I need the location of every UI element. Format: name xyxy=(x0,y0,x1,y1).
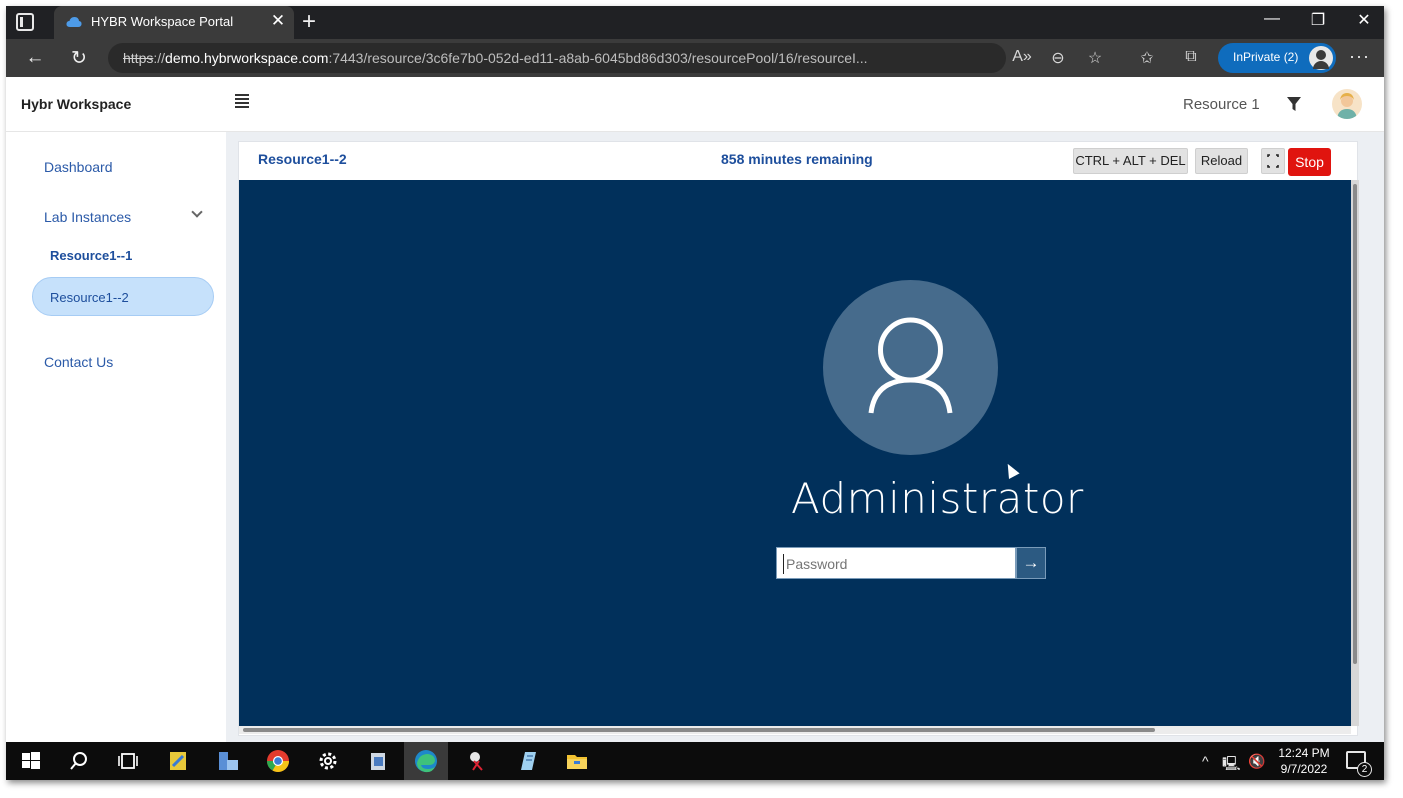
tab-close-icon[interactable]: ✕ xyxy=(268,11,288,31)
url-path: :7443/resource/3c6fe7b0-052d-ed11-a8ab-6… xyxy=(328,50,868,66)
profile-avatar-icon xyxy=(1309,46,1333,70)
settings-gear-icon[interactable] xyxy=(315,748,341,774)
user-avatar[interactable] xyxy=(1332,89,1362,119)
tab-strip: HYBR Workspace Portal ✕ + — ❐ ✕ xyxy=(6,6,1384,39)
sidebar-item-contact-us[interactable]: Contact Us xyxy=(44,354,113,370)
favorites-icon[interactable]: ✩ xyxy=(1136,48,1158,68)
zoom-icon[interactable]: ⊖ xyxy=(1047,48,1069,68)
restore-icon[interactable]: ❐ xyxy=(1298,10,1338,30)
close-window-icon[interactable]: ✕ xyxy=(1344,10,1384,30)
hamburger-menu-icon[interactable] xyxy=(235,94,249,108)
resource-title: Resource1--2 xyxy=(258,151,347,167)
browser-window: HYBR Workspace Portal ✕ + — ❐ ✕ ← ↻ http… xyxy=(6,6,1384,780)
add-favorite-icon[interactable]: ☆ xyxy=(1084,48,1106,68)
file-explorer-icon[interactable] xyxy=(564,748,590,774)
url-field[interactable]: https://demo.hybrworkspace.com:7443/reso… xyxy=(108,43,1006,73)
tray-chevron-up-icon[interactable]: ^ xyxy=(1202,753,1209,769)
horizontal-scrollbar[interactable] xyxy=(239,726,1351,734)
sidebar: Dashboard Lab Instances Resource1--1 Res… xyxy=(6,132,226,742)
chevron-down-icon[interactable] xyxy=(191,206,203,218)
url-text: https://demo.hybrworkspace.com:7443/reso… xyxy=(123,50,868,66)
user-profile-icon xyxy=(823,280,998,455)
time-remaining: 858 minutes remaining xyxy=(721,151,873,167)
edge-browser-icon[interactable] xyxy=(413,748,439,774)
password-input[interactable] xyxy=(783,554,1003,574)
task-view-icon[interactable] xyxy=(115,748,141,774)
inprivate-button[interactable]: InPrivate (2) xyxy=(1218,43,1336,73)
collections-icon[interactable]: ⧉ xyxy=(1180,48,1202,66)
notepad-app-icon[interactable] xyxy=(515,748,541,774)
sidebar-item-dashboard[interactable]: Dashboard xyxy=(44,159,113,175)
password-field[interactable] xyxy=(776,547,1016,579)
remote-desktop-screen[interactable]: Administrator → xyxy=(239,180,1351,726)
filter-icon[interactable] xyxy=(1286,96,1302,112)
clock-date[interactable]: 9/7/2022 xyxy=(1276,762,1332,776)
volume-muted-icon[interactable]: 🔇 xyxy=(1248,753,1265,770)
cloud-favicon-icon xyxy=(66,17,82,27)
refresh-icon[interactable]: ↻ xyxy=(66,47,92,70)
app-header: Hybr Workspace Resource 1 xyxy=(6,77,1384,132)
sidebar-item-resource1-2[interactable]: Resource1--2 xyxy=(32,277,214,316)
resource-panel: Resource1--2 858 minutes remaining CTRL … xyxy=(238,141,1359,736)
read-aloud-icon[interactable]: A» xyxy=(1011,48,1033,66)
clock-time[interactable]: 12:24 PM xyxy=(1276,746,1332,760)
tab-actions-icon[interactable] xyxy=(16,13,34,31)
ctrl-alt-del-button[interactable]: CTRL + ALT + DEL xyxy=(1073,148,1188,174)
inprivate-label: InPrivate (2) xyxy=(1233,50,1299,64)
back-icon[interactable]: ← xyxy=(22,47,48,69)
vertical-scrollbar[interactable] xyxy=(1351,180,1359,726)
sidebar-item-label: Resource1--2 xyxy=(50,290,129,305)
brand-title[interactable]: Hybr Workspace xyxy=(21,96,131,112)
browser-tab[interactable]: HYBR Workspace Portal ✕ xyxy=(54,6,294,39)
stop-button[interactable]: Stop xyxy=(1288,148,1331,176)
server-manager-app-icon[interactable] xyxy=(215,748,241,774)
sticky-notes-app-icon[interactable] xyxy=(165,748,191,774)
person-icon xyxy=(868,317,953,414)
header-resource-label: Resource 1 xyxy=(1183,96,1260,113)
address-bar: ← ↻ https://demo.hybrworkspace.com:7443/… xyxy=(6,39,1384,77)
minimize-icon[interactable]: — xyxy=(1252,10,1292,28)
submit-arrow-button[interactable]: → xyxy=(1016,547,1046,579)
reload-button[interactable]: Reload xyxy=(1195,148,1248,174)
more-options-icon[interactable]: ··· xyxy=(1349,46,1370,67)
chrome-app-icon[interactable] xyxy=(265,748,291,774)
sidebar-item-lab-instances[interactable]: Lab Instances xyxy=(44,209,131,225)
url-separator: :// xyxy=(153,50,166,66)
windows-taskbar: ^ 🖳 🔇 12:24 PM 9/7/2022 2 xyxy=(6,742,1384,780)
new-tab-icon[interactable]: + xyxy=(302,8,316,36)
expand-icon xyxy=(1267,154,1279,168)
user-avatar-icon xyxy=(1337,93,1357,119)
tab-title: HYBR Workspace Portal xyxy=(91,14,234,29)
search-icon[interactable] xyxy=(66,748,92,774)
login-username: Administrator xyxy=(791,474,1084,523)
sidebar-item-resource1-1[interactable]: Resource1--1 xyxy=(50,248,132,263)
url-host: demo.hybrworkspace.com xyxy=(165,50,329,66)
snipping-tool-app-icon[interactable] xyxy=(465,748,491,774)
url-scheme: https xyxy=(123,50,154,66)
fullscreen-icon[interactable] xyxy=(1261,148,1285,174)
network-icon[interactable]: 🖳 xyxy=(1222,753,1241,777)
file-app-icon[interactable] xyxy=(365,748,391,774)
windows-start-icon[interactable] xyxy=(18,748,44,774)
notification-count-badge: 2 xyxy=(1357,762,1372,777)
